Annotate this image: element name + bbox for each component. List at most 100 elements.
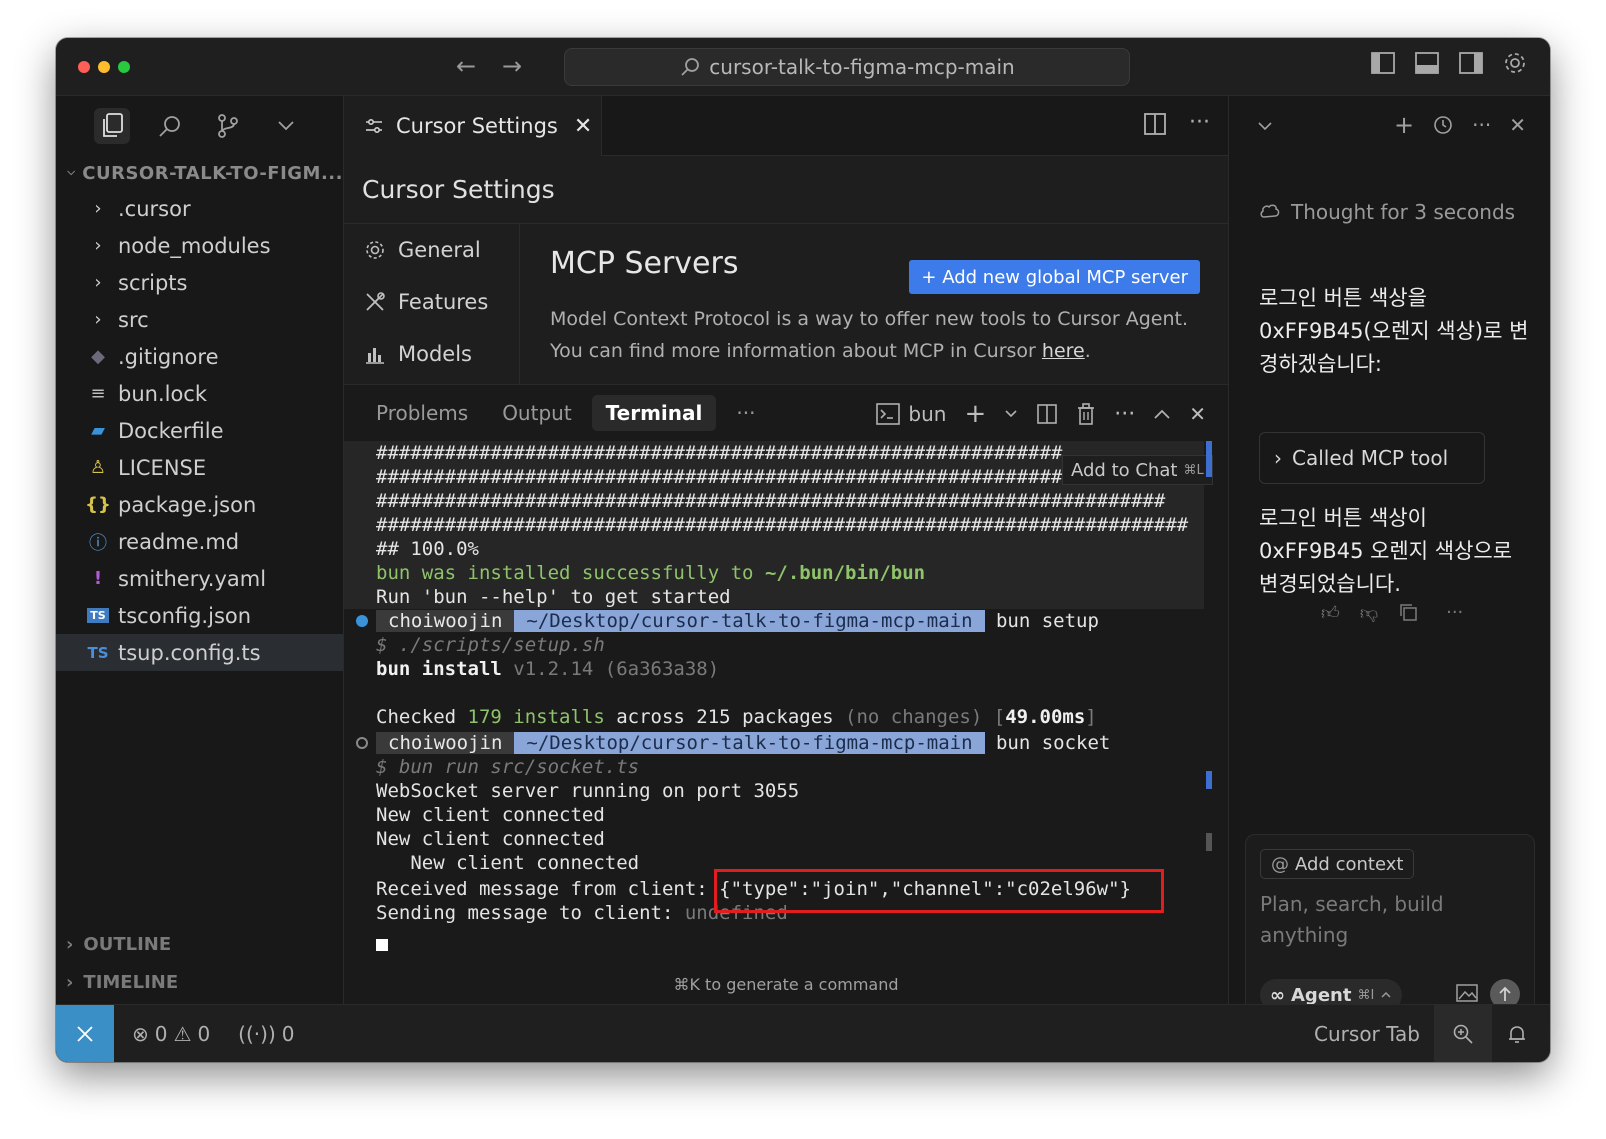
chevron-down-icon[interactable]: [268, 108, 304, 144]
file-tree: › .cursor › node_modules › scripts › src ◆ .g…: [56, 190, 343, 671]
terminal-output[interactable]: ########################################…: [344, 441, 1228, 951]
tree-folder-scripts[interactable]: › scripts: [56, 264, 343, 301]
panel-more-tabs-icon[interactable]: ···: [722, 395, 769, 431]
tree-file-gitignore[interactable]: ◆ .gitignore: [56, 338, 343, 375]
more-actions-icon[interactable]: ···: [1114, 402, 1135, 427]
scrollbar-marker[interactable]: [1206, 771, 1212, 789]
toggle-primary-sidebar-icon[interactable]: [1370, 50, 1396, 76]
add-to-chat-tooltip[interactable]: Add to Chat ⌘L: [1062, 455, 1213, 485]
add-mcp-server-button[interactable]: + Add new global MCP server: [909, 260, 1200, 294]
thumbs-down-icon[interactable]: 👎︎: [1360, 602, 1378, 624]
settings-nav-features[interactable]: Features: [344, 276, 519, 328]
toggle-secondary-sidebar-icon[interactable]: [1458, 50, 1484, 76]
tree-file-tsconfig[interactable]: TS tsconfig.json: [56, 597, 343, 634]
settings-sliders-icon: [366, 118, 382, 134]
close-icon[interactable]: ✕: [574, 114, 592, 139]
terminal-prompt-line: choiwoojin ~/Desktop/cursor-talk-to-figma…: [376, 609, 1099, 633]
tab-output[interactable]: Output: [488, 395, 585, 431]
tree-item-label: scripts: [118, 270, 188, 295]
tree-file-readme[interactable]: ⓘ readme.md: [56, 523, 343, 560]
tree-folder-node-modules[interactable]: › node_modules: [56, 227, 343, 264]
terminal-line: bun install v1.2.14 (6a363a38): [376, 657, 719, 681]
command-running-dot[interactable]: [356, 737, 368, 749]
tab-terminal[interactable]: Terminal: [591, 395, 717, 431]
gear-icon[interactable]: [1502, 50, 1528, 76]
terminal-text: bun was installed successfully to: [376, 562, 765, 584]
new-terminal-icon[interactable]: +: [964, 399, 986, 429]
tree-file-license[interactable]: ♙ LICENSE: [56, 449, 343, 486]
tab-problems[interactable]: Problems: [362, 395, 482, 431]
trash-icon[interactable]: [1076, 403, 1096, 425]
more-actions-icon[interactable]: ···: [1189, 112, 1210, 136]
tree-folder-src[interactable]: › src: [56, 301, 343, 338]
more-actions-icon[interactable]: ···: [1446, 602, 1463, 624]
terminal-icon: [876, 403, 901, 425]
command-success-dot[interactable]: [356, 615, 368, 627]
terminal-text: installs: [501, 706, 605, 728]
back-arrow-icon[interactable]: ←: [456, 52, 476, 80]
close-icon[interactable]: ✕: [1189, 402, 1206, 426]
command-search-box[interactable]: cursor-talk-to-figma-mcp-main: [564, 48, 1130, 86]
new-chat-icon[interactable]: +: [1394, 113, 1414, 137]
settings-nav-models[interactable]: Models: [344, 328, 519, 380]
terminal-cursor: [376, 939, 388, 951]
mcp-tool-call-card[interactable]: › Called MCP tool: [1259, 432, 1485, 484]
highlight-annotation-box: [714, 869, 1164, 913]
search-icon[interactable]: [152, 108, 188, 144]
ports-status[interactable]: ((·)) 0: [238, 1022, 294, 1046]
outline-section-header[interactable]: › OUTLINE: [56, 926, 344, 962]
history-icon[interactable]: [1432, 114, 1454, 136]
copy-icon[interactable]: [1398, 602, 1418, 622]
bell-icon[interactable]: [1506, 1023, 1528, 1045]
settings-page-title: Cursor Settings: [344, 156, 1228, 224]
minimize-window-button[interactable]: [98, 61, 110, 73]
split-terminal-icon[interactable]: [1036, 403, 1058, 425]
timeline-section-header[interactable]: › TIMELINE: [56, 964, 344, 1000]
scrollbar-marker[interactable]: [1206, 441, 1212, 477]
forward-arrow-icon[interactable]: →: [502, 52, 522, 80]
toggle-panel-icon[interactable]: [1414, 50, 1440, 76]
maximize-panel-icon[interactable]: [1153, 408, 1171, 420]
cursor-tab-status[interactable]: Cursor Tab: [1314, 1022, 1420, 1046]
add-context-button[interactable]: @ Add context: [1260, 849, 1415, 879]
problems-status[interactable]: ⊗ 0 ⚠ 0: [132, 1022, 210, 1046]
search-text: cursor-talk-to-figma-mcp-main: [709, 55, 1015, 79]
generate-command-hint: ⌘K to generate a command: [673, 975, 899, 994]
maximize-window-button[interactable]: [118, 61, 130, 73]
chevron-right-icon: ›: [94, 272, 102, 293]
chat-input[interactable]: Plan, search, build anything: [1260, 889, 1500, 951]
tree-file-dockerfile[interactable]: ▰ Dockerfile: [56, 412, 343, 449]
tab-cursor-settings[interactable]: Cursor Settings ✕: [344, 96, 602, 156]
files-icon[interactable]: [94, 108, 130, 144]
title-bar: ← → cursor-talk-to-figma-mcp-main: [56, 38, 1550, 96]
more-actions-icon[interactable]: ···: [1472, 114, 1491, 136]
error-icon: ⊗: [132, 1021, 149, 1046]
remote-indicator[interactable]: [56, 1004, 114, 1062]
chevron-down-icon[interactable]: [1257, 121, 1273, 131]
explorer-root-header[interactable]: CURSOR-TALK-TO-FIGM...: [56, 156, 343, 190]
scrollbar-thumb[interactable]: [1206, 833, 1212, 851]
tree-file-tsup-config[interactable]: TS tsup.config.ts: [56, 634, 343, 671]
tooltip-label: Add to Chat: [1071, 459, 1178, 481]
lines-icon: ≡: [90, 383, 106, 404]
source-control-icon[interactable]: [210, 108, 246, 144]
tree-file-package-json[interactable]: {} package.json: [56, 486, 343, 523]
chat-composer: @ Add context Plan, search, build anythi…: [1245, 834, 1535, 1024]
close-icon[interactable]: ✕: [1509, 114, 1526, 136]
terminal-shell-selector[interactable]: bun: [876, 402, 946, 426]
status-bar: ⊗ 0 ⚠ 0 ((·)) 0 Cursor Tab: [56, 1004, 1550, 1062]
mcp-docs-link[interactable]: here: [1042, 340, 1085, 362]
thought-indicator[interactable]: Thought for 3 seconds: [1259, 196, 1529, 228]
chevron-down-icon[interactable]: [1004, 409, 1018, 419]
license-icon: ♙: [89, 457, 107, 478]
tree-file-bun-lock[interactable]: ≡ bun.lock: [56, 375, 343, 412]
close-window-button[interactable]: [78, 61, 90, 73]
tree-folder-cursor[interactable]: › .cursor: [56, 190, 343, 227]
tree-file-smithery[interactable]: ! smithery.yaml: [56, 560, 343, 597]
terminal-line: $ ./scripts/setup.sh: [376, 634, 605, 656]
thumbs-up-icon[interactable]: 👍︎: [1321, 602, 1340, 624]
image-icon[interactable]: [1456, 983, 1478, 1003]
settings-nav-general[interactable]: General: [344, 224, 519, 276]
zoom-button[interactable]: [1434, 1005, 1492, 1062]
split-editor-icon[interactable]: [1143, 112, 1167, 136]
